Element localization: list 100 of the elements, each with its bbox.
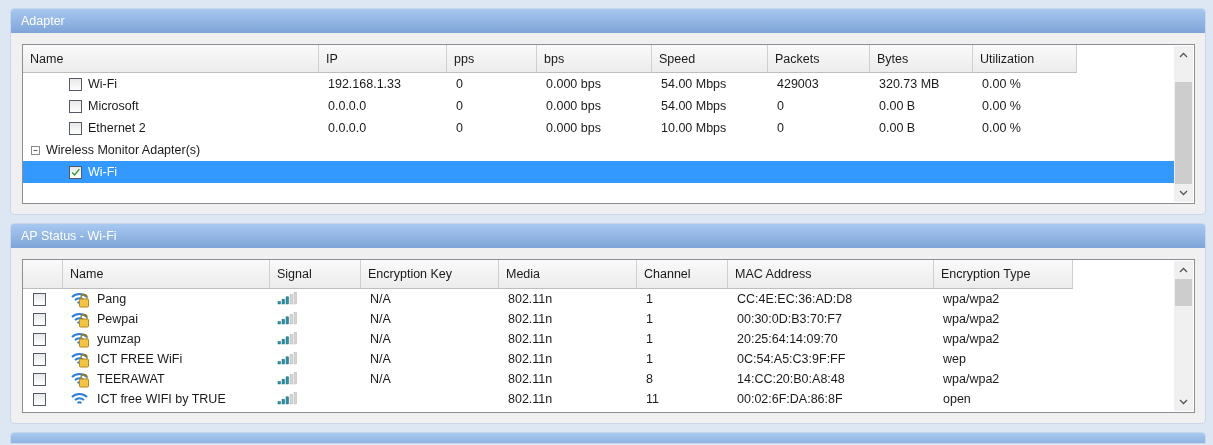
table-cell: 00:30:0D:B3:70:F7 — [737, 312, 842, 326]
checkbox[interactable] — [33, 372, 46, 386]
scrollbar[interactable] — [1174, 261, 1193, 411]
table-cell: 14:CC:20:B0:A8:48 — [737, 372, 845, 386]
column-header[interactable]: Encryption Type — [934, 260, 1073, 289]
table-cell: 0.00 B — [879, 99, 916, 113]
network-name: ICT free WIFI by TRUE — [97, 392, 226, 406]
table-cell: 11 — [646, 392, 659, 406]
table-cell: 0 — [777, 99, 784, 113]
table-cell: wpa/wpa2 — [943, 372, 1000, 386]
network-name: yumzap — [97, 332, 141, 346]
scroll-down-icon[interactable] — [1179, 399, 1188, 405]
column-header[interactable]: bps — [537, 45, 652, 73]
table-cell: 0C:54:A5:C3:9F:FF — [737, 352, 846, 366]
table-cell: N/A — [370, 372, 391, 386]
column-header[interactable]: Media — [499, 260, 637, 289]
table-cell: CC:4E:EC:36:AD:D8 — [737, 292, 853, 306]
column-header[interactable]: Speed — [652, 45, 768, 73]
scrollbar[interactable] — [1174, 46, 1193, 202]
checkbox[interactable] — [33, 332, 46, 346]
scrollbar-thumb[interactable] — [1175, 82, 1192, 184]
column-header[interactable]: Encryption Key — [361, 260, 499, 289]
column-header[interactable]: MAC Address — [728, 260, 934, 289]
column-header[interactable]: Channel — [637, 260, 728, 289]
column-header[interactable]: Utilization — [973, 45, 1077, 73]
table-cell: wpa/wpa2 — [943, 332, 1000, 346]
table-cell: 802.11n — [508, 292, 553, 306]
signal-icon — [277, 312, 297, 326]
checkbox[interactable] — [69, 77, 82, 91]
column-header[interactable]: Name — [63, 260, 270, 289]
table-cell: 802.11n — [508, 352, 553, 366]
table-cell: wpa/wpa2 — [943, 312, 1000, 326]
table-cell: 0.00 B — [879, 121, 916, 135]
table-cell: 802.11n — [508, 392, 553, 406]
signal-icon — [277, 332, 297, 346]
column-header[interactable]: Signal — [270, 260, 361, 289]
table-cell: 1 — [646, 352, 653, 366]
table-cell: 00:02:6F:DA:86:8F — [737, 392, 843, 406]
table-cell: N/A — [370, 312, 391, 326]
checkbox[interactable] — [69, 165, 82, 179]
checkbox[interactable] — [33, 292, 46, 306]
table-cell: 1 — [646, 292, 653, 306]
table-cell: 0.000 bps — [546, 77, 601, 91]
group-label: Wireless Monitor Adapter(s) — [46, 143, 201, 157]
network-name: TEERAWAT — [97, 372, 165, 386]
table-cell: 0.00 % — [982, 121, 1021, 135]
table-cell: 0.000 bps — [546, 121, 601, 135]
table-cell: wpa/wpa2 — [943, 292, 1000, 306]
table-cell: 802.11n — [508, 372, 553, 386]
table-cell: 54.00 Mbps — [661, 99, 727, 113]
table-cell: 0 — [456, 99, 463, 113]
table-cell: 8 — [646, 372, 653, 386]
table-cell: wep — [943, 352, 966, 366]
column-header[interactable]: IP — [319, 45, 447, 73]
column-header[interactable]: pps — [447, 45, 537, 73]
table-cell: 54.00 Mbps — [661, 77, 727, 91]
column-header[interactable]: Packets — [768, 45, 870, 73]
adapter-name: Microsoft — [88, 99, 139, 113]
table-cell: 20:25:64:14:09:70 — [737, 332, 838, 346]
table-cell: open — [943, 392, 971, 406]
table-cell: 0.00 % — [982, 99, 1021, 113]
network-name: ICT FREE WiFi — [97, 352, 183, 366]
signal-icon — [277, 352, 297, 366]
column-header[interactable]: Name — [23, 45, 319, 73]
table-cell: 0.00 % — [982, 77, 1021, 91]
table-cell: 192.168.1.33 — [328, 77, 401, 91]
panel-title: AP Status - Wi-Fi — [21, 229, 117, 243]
checkbox[interactable] — [33, 312, 46, 326]
panel-title: Adapter — [21, 14, 65, 28]
signal-icon — [277, 392, 297, 406]
table-cell: 0.0.0.0 — [328, 121, 367, 135]
table-cell: 0 — [777, 121, 784, 135]
table-cell: N/A — [370, 352, 391, 366]
table-cell: 0.0.0.0 — [328, 99, 367, 113]
table-cell: N/A — [370, 292, 391, 306]
checkbox[interactable] — [33, 392, 46, 406]
table-cell: 0 — [456, 77, 463, 91]
table-cell: N/A — [370, 332, 391, 346]
scroll-up-icon[interactable] — [1179, 52, 1188, 58]
adapter-name: Wi-Fi — [88, 77, 118, 91]
table-cell: 10.00 Mbps — [661, 121, 727, 135]
signal-icon — [277, 372, 297, 386]
scroll-down-icon[interactable] — [1179, 190, 1188, 196]
table-cell: 0.000 bps — [546, 99, 601, 113]
table-cell: 802.11n — [508, 332, 553, 346]
collapse-icon[interactable] — [31, 145, 40, 155]
adapter-name: Ethernet 2 — [88, 121, 146, 135]
network-name: Pang — [97, 292, 127, 306]
checkbox[interactable] — [69, 121, 82, 135]
table-cell: 1 — [646, 332, 653, 346]
scrollbar-thumb[interactable] — [1175, 279, 1192, 307]
scroll-up-icon[interactable] — [1179, 267, 1188, 273]
checkbox[interactable] — [33, 352, 46, 366]
network-name: Pewpai — [97, 312, 138, 326]
table-cell: 1 — [646, 312, 653, 326]
adapter-name: Wi-Fi — [88, 165, 118, 179]
checkbox[interactable] — [69, 99, 82, 113]
table-cell: 0 — [456, 121, 463, 135]
column-header[interactable]: Bytes — [870, 45, 973, 73]
signal-icon — [277, 292, 297, 306]
